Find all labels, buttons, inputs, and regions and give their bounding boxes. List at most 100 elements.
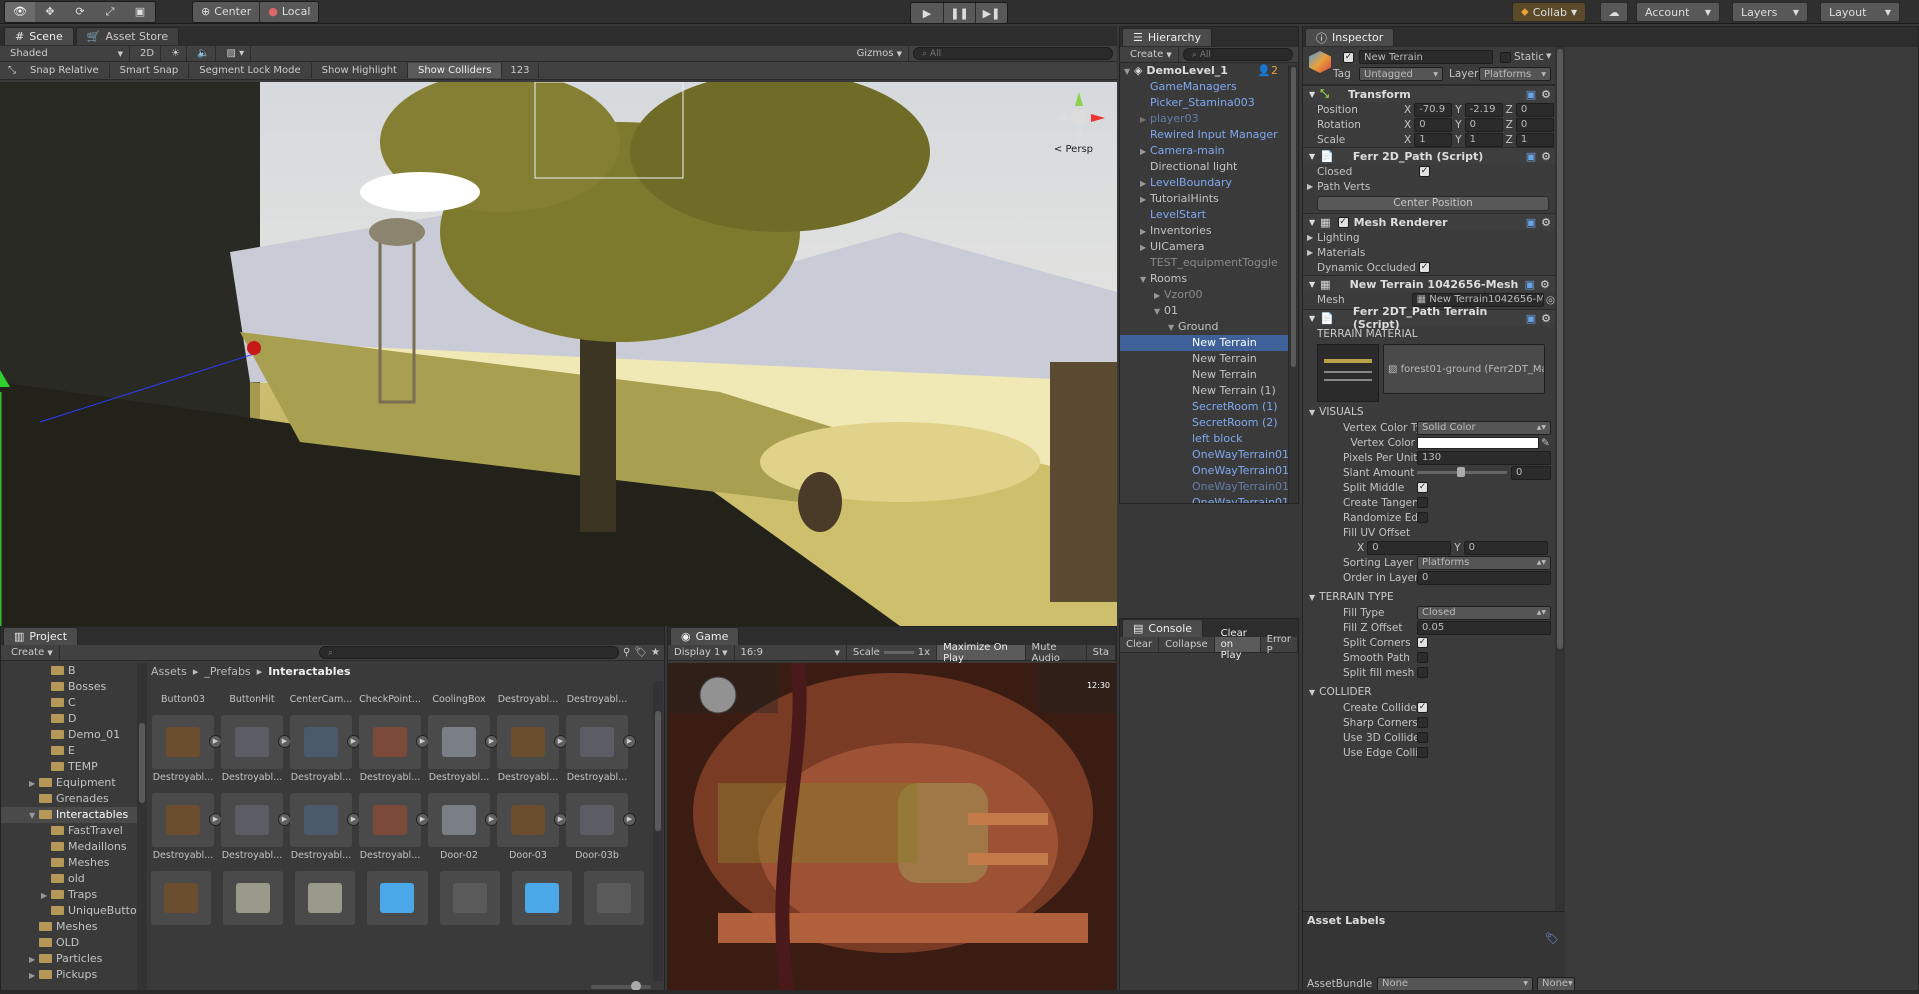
breadcrumb-prefabs[interactable]: _Prefabs	[204, 665, 250, 678]
randomize-edge-checkbox[interactable]	[1417, 512, 1428, 523]
chevron-down-icon[interactable]: ▼	[1546, 52, 1551, 60]
hierarchy-item[interactable]: LevelStart	[1120, 207, 1298, 223]
pivot-mode-button[interactable]: ⊕ Center	[193, 1, 260, 22]
mute-audio-button[interactable]: Mute Audio	[1026, 642, 1087, 664]
asset-item[interactable]: CoolingBox	[427, 681, 491, 705]
breadcrumb-assets[interactable]: Assets	[151, 665, 187, 678]
tab-project[interactable]: ▥ Project	[3, 627, 79, 645]
terrain-header[interactable]: ▼ 📄 Ferr 2DT_Path Terrain (Script) ▣ ⚙	[1303, 305, 1555, 331]
asset-item[interactable]: ▶ Destroyabl...	[565, 715, 636, 783]
scale-tool-icon[interactable]: ⤢	[95, 1, 125, 22]
label-tag-icon[interactable]: 🏷	[1545, 932, 1559, 945]
account-button[interactable]: Account ▼	[1636, 2, 1720, 22]
hierarchy-item[interactable]: ▶ Camera-main	[1120, 143, 1298, 159]
project-folder-item[interactable]: ▶ Particles	[1, 951, 146, 967]
mode-2d-toggle[interactable]: 2D	[134, 46, 162, 61]
display-dropdown[interactable]: Display 1 ▼	[668, 645, 735, 660]
asset-item[interactable]: ▶ Destroyabl...	[289, 793, 360, 861]
project-folder-item[interactable]: ▶ Pickups	[1, 967, 146, 983]
help-icon[interactable]: ▣	[1526, 216, 1536, 229]
hierarchy-item[interactable]: ▼ 01	[1120, 303, 1298, 319]
project-folder-item[interactable]: TEMP	[1, 759, 146, 775]
arrow-right-icon[interactable]: ▶	[41, 888, 51, 904]
help-icon[interactable]: ▣	[1526, 88, 1536, 101]
split-middle-checkbox[interactable]: ✓	[1417, 482, 1428, 493]
project-folder-item[interactable]: ▶ Traps	[1, 887, 146, 903]
hierarchy-item[interactable]: SecretRoom (1)	[1120, 399, 1298, 415]
rect-tool-icon[interactable]: ▣	[125, 1, 155, 22]
asset-item[interactable]: ▶ Destroyabl...	[151, 715, 222, 783]
fill-uv-y-input[interactable]: 0	[1463, 540, 1548, 555]
project-folder-item[interactable]: Medaillons	[1, 839, 146, 855]
lighting-toggle[interactable]: ☀	[165, 46, 188, 61]
arrow-right-icon[interactable]: ▶	[29, 968, 39, 984]
sharp-corners-checkbox[interactable]	[1417, 717, 1428, 728]
transform-z-input[interactable]: 0	[1515, 102, 1554, 117]
asset-grid-scrollbar[interactable]	[653, 681, 663, 981]
tag-dropdown[interactable]: Untagged ▼	[1359, 67, 1443, 81]
scene-search-input[interactable]: ⌕ All	[913, 47, 1113, 60]
tab-asset-store[interactable]: 🛒 Asset Store	[75, 27, 180, 45]
asset-item[interactable]: Button03	[151, 681, 215, 705]
gizmos-dropdown[interactable]: Gizmos ▼	[851, 46, 909, 61]
arrow-right-icon[interactable]: ▶	[29, 776, 39, 792]
object-picker-icon[interactable]: ◎	[1546, 294, 1555, 306]
arrow-right-icon[interactable]: ▶	[1140, 112, 1150, 128]
path-verts-row[interactable]: ▶ Path Verts	[1303, 179, 1555, 194]
prefab-thumbnail[interactable]	[151, 871, 212, 925]
effects-dropdown[interactable]: ▨ ▾	[220, 46, 252, 61]
gear-icon[interactable]: ⚙	[1541, 216, 1551, 229]
hierarchy-search-input[interactable]: ⌕ All	[1182, 48, 1293, 61]
prefab-thumbnail[interactable]	[295, 871, 356, 925]
transform-z-input[interactable]: 0	[1515, 117, 1554, 132]
hierarchy-item[interactable]: OneWayTerrain01 (4)	[1120, 447, 1298, 463]
arrow-right-icon[interactable]: ▶	[1140, 176, 1150, 192]
prefab-thumbnail[interactable]	[511, 871, 572, 925]
object-name-input[interactable]: New Terrain	[1359, 50, 1493, 64]
hierarchy-item[interactable]: ▶ LevelBoundary	[1120, 175, 1298, 191]
hierarchy-item[interactable]: OneWayTerrain01 (5)	[1120, 463, 1298, 479]
segment-lock-button[interactable]: Segment Lock Mode	[189, 63, 312, 78]
gear-icon[interactable]: ⚙	[1541, 312, 1551, 325]
breadcrumb-interactables[interactable]: Interactables	[268, 665, 350, 678]
hierarchy-item[interactable]: left block	[1120, 431, 1298, 447]
arrow-down-icon[interactable]: ▼	[1140, 272, 1150, 288]
project-tree-scrollbar[interactable]	[137, 663, 147, 993]
visuals-section[interactable]: ▼ VISUALS	[1303, 404, 1555, 420]
project-folder-item[interactable]: E	[1, 743, 146, 759]
material-field[interactable]: ▨ forest01-ground (Ferr2DT_Mate	[1383, 344, 1545, 394]
filter-by-type-icon[interactable]: ⚲	[623, 647, 630, 658]
hierarchy-item[interactable]: New Terrain	[1120, 351, 1298, 367]
hierarchy-item[interactable]: TEST_equipmentToggle	[1120, 255, 1298, 271]
arrow-down-icon[interactable]: ▼	[1168, 320, 1178, 336]
expand-prefab-icon[interactable]: ▶	[623, 735, 636, 748]
prefab-thumbnail[interactable]	[583, 871, 644, 925]
vertex-color-swatch[interactable]	[1417, 436, 1539, 449]
asset-item[interactable]: ▶ Destroyabl...	[220, 793, 291, 861]
arrow-down-icon[interactable]: ▼	[1154, 304, 1164, 320]
create-tangents-checkbox[interactable]	[1417, 497, 1428, 508]
scene-viewport[interactable]: < Persp	[0, 82, 1117, 626]
arrow-right-icon[interactable]: ▶	[1140, 224, 1150, 240]
audio-toggle[interactable]: 🔈	[191, 46, 217, 61]
snap-relative-button[interactable]: Snap Relative	[20, 63, 110, 78]
smart-snap-button[interactable]: Smart Snap	[110, 63, 190, 78]
numbers-button[interactable]: 123	[502, 63, 539, 78]
asset-item[interactable]: ▶ Destroyabl...	[496, 715, 567, 783]
hierarchy-scrollbar[interactable]	[1288, 65, 1298, 503]
console-collapse-button[interactable]: Collapse	[1159, 637, 1215, 652]
hierarchy-item[interactable]: ▶ player03	[1120, 111, 1298, 127]
inspector-scrollbar[interactable]	[1555, 47, 1565, 947]
center-position-button[interactable]: Center Position	[1317, 196, 1549, 211]
transform-y-input[interactable]: 0	[1464, 117, 1503, 132]
tab-inspector[interactable]: ⓘ Inspector	[1305, 28, 1395, 46]
asset-item[interactable]: CenterCam...	[289, 681, 353, 705]
dynamic-occluded-checkbox[interactable]: ✓	[1419, 262, 1430, 273]
project-folder-item[interactable]: Demo_01	[1, 727, 146, 743]
expand-prefab-icon[interactable]: ▶	[623, 813, 636, 826]
console-clear-on-play-button[interactable]: Clear on Play	[1214, 628, 1261, 661]
create-collider-checkbox[interactable]: ✓	[1417, 702, 1428, 713]
aspect-dropdown[interactable]: 16:9 ▼	[735, 645, 847, 660]
project-folder-item[interactable]: Meshes	[1, 919, 146, 935]
project-folder-item[interactable]: B	[1, 663, 146, 679]
